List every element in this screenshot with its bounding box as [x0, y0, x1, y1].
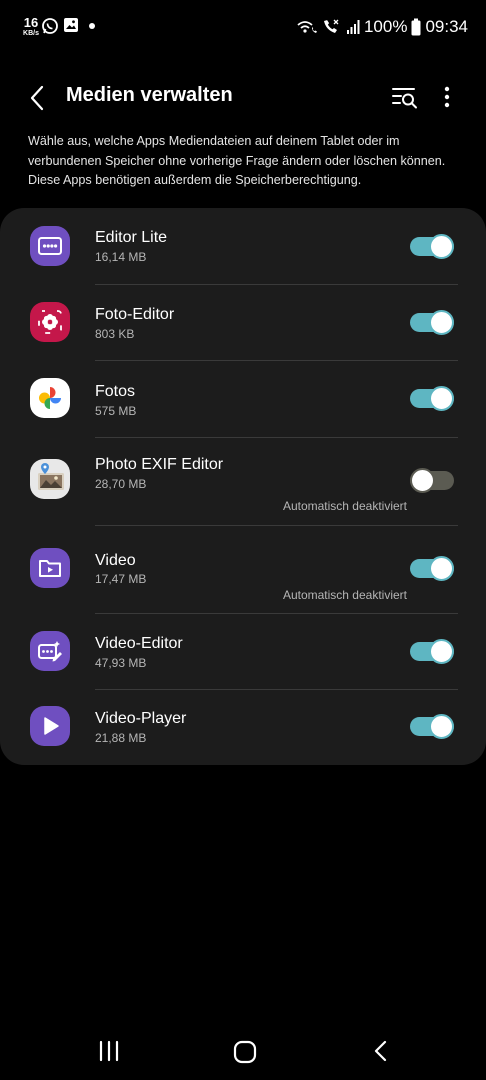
app-size: 16,14 MB — [95, 250, 147, 264]
list-item[interactable]: Foto-Editor 803 KB — [0, 285, 486, 360]
status-bar: 16 KB/s 100% 09:34 — [0, 0, 486, 54]
nav-back-button[interactable] — [370, 1040, 392, 1067]
video-player-icon — [30, 706, 70, 746]
home-icon — [233, 1040, 257, 1064]
wifi-call-icon — [297, 21, 317, 33]
app-name: Editor Lite — [95, 229, 168, 246]
app-name: Video — [95, 552, 136, 569]
signal-icon — [346, 20, 360, 34]
volte-call-icon — [323, 19, 339, 33]
app-name: Fotos — [95, 383, 136, 400]
app-name: Video-Editor — [95, 635, 183, 652]
app-name: Photo EXIF Editor — [95, 456, 224, 473]
network-speed: 16 KB/s — [20, 16, 42, 37]
app-name: Video-Player — [95, 710, 187, 727]
nav-back-icon — [374, 1040, 387, 1062]
permission-toggle[interactable] — [410, 386, 454, 411]
permission-toggle[interactable] — [410, 714, 454, 739]
app-name: Foto-Editor — [95, 306, 175, 323]
app-size: 21,88 MB — [95, 731, 147, 745]
status-right: 100% 09:34 — [296, 17, 468, 37]
network-speed-value: 16 — [23, 15, 39, 30]
recent-apps-button[interactable] — [98, 1040, 120, 1067]
video-editor-icon — [30, 631, 70, 671]
app-size: 803 KB — [95, 327, 135, 341]
google-photos-icon — [30, 378, 70, 418]
description-text: Wähle aus, welche Apps Mediendateien auf… — [28, 134, 446, 187]
permission-toggle[interactable] — [410, 468, 454, 493]
editor-lite-icon — [30, 226, 70, 266]
app-size: 575 MB — [95, 404, 137, 418]
search-button[interactable] — [390, 82, 420, 112]
list-item[interactable]: Video-Editor 47,93 MB — [0, 614, 486, 689]
network-speed-unit: KB/s — [23, 30, 39, 37]
more-vert-icon — [444, 86, 450, 108]
status-note: Automatisch deaktiviert — [282, 499, 407, 513]
back-button[interactable] — [22, 82, 54, 114]
list-search-icon — [392, 88, 417, 109]
app-size: 47,93 MB — [95, 656, 147, 670]
list-item[interactable]: Fotos 575 MB — [0, 361, 486, 437]
status-note: Automatisch deaktiviert — [282, 588, 407, 602]
permission-toggle[interactable] — [410, 556, 454, 581]
gallery-icon — [64, 18, 78, 32]
permission-toggle[interactable] — [410, 639, 454, 664]
list-item[interactable]: Photo EXIF Editor 28,70 MB Automatisch d… — [0, 438, 486, 525]
list-item[interactable]: Video 17,47 MB Automatisch deaktiviert — [0, 526, 486, 613]
back-arrow-icon — [30, 85, 44, 111]
app-bar: Medien verwalten — [0, 66, 486, 128]
list-item[interactable]: Editor Lite 16,14 MB — [0, 208, 486, 284]
photo-exif-editor-icon — [30, 459, 70, 499]
app-list-card: Editor Lite 16,14 MB Foto-Editor 803 KB — [0, 208, 486, 765]
clock: 09:34 — [425, 17, 468, 36]
whatsapp-icon — [42, 18, 58, 34]
permission-toggle[interactable] — [410, 234, 454, 259]
page-title: Medien verwalten — [66, 84, 233, 106]
photo-editor-icon — [30, 302, 70, 342]
video-icon — [30, 548, 70, 588]
navigation-bar — [0, 1020, 486, 1080]
list-item[interactable]: Video-Player 21,88 MB — [0, 690, 486, 765]
home-button[interactable] — [233, 1040, 257, 1069]
more-options-button[interactable] — [436, 82, 458, 112]
recent-apps-icon — [99, 1040, 119, 1062]
battery-percentage: 100% — [363, 17, 408, 36]
notification-dot-icon — [89, 23, 95, 29]
battery-icon — [411, 18, 421, 36]
app-size: 28,70 MB — [95, 477, 147, 491]
permission-toggle[interactable] — [410, 310, 454, 335]
app-size: 17,47 MB — [95, 572, 147, 586]
